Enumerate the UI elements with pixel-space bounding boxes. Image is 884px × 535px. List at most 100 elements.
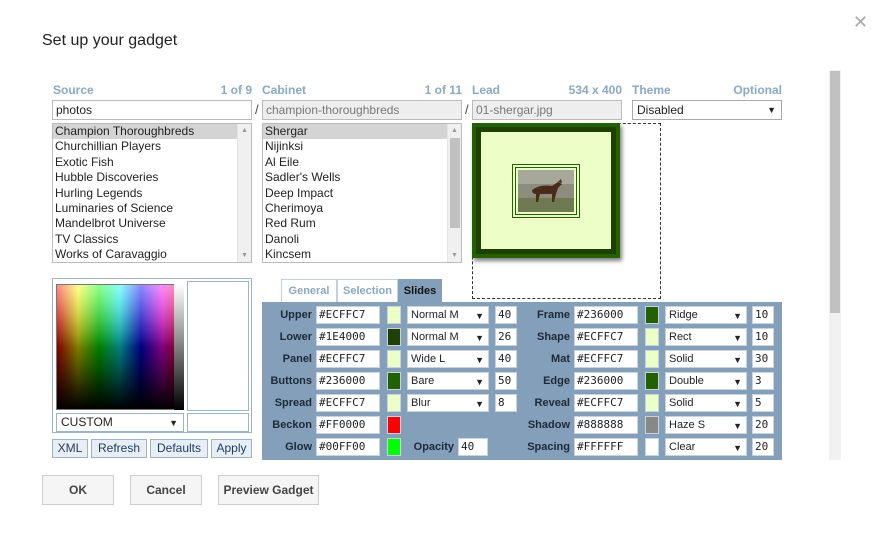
mode-select[interactable]: Rect ▼ (665, 328, 747, 346)
color-swatch[interactable] (387, 438, 401, 456)
source-list[interactable]: Champion Thoroughbreds Churchillian Play… (52, 123, 252, 263)
color-swatch[interactable] (645, 328, 659, 346)
picker-mode-select[interactable]: CUSTOM ▼ (56, 413, 184, 432)
color-code-input[interactable] (187, 413, 249, 432)
color-swatch[interactable] (387, 350, 401, 368)
cabinet-input[interactable]: champion-thoroughbreds (262, 100, 462, 120)
lead-input[interactable]: 01-shergar.jpg (472, 100, 622, 120)
list-item[interactable]: Mandelbrot Universe (53, 216, 251, 231)
color-swatch[interactable] (645, 372, 659, 390)
color-hex-input[interactable]: #1E4000 (316, 328, 380, 346)
color-swatch[interactable] (387, 306, 401, 324)
list-item[interactable]: Exotic Fish (53, 155, 251, 170)
list-item[interactable]: Churchillian Players (53, 139, 251, 154)
mode-select[interactable]: Double ▼ (665, 372, 747, 390)
source-input[interactable]: photos (52, 100, 252, 120)
preview-gadget-button[interactable]: Preview Gadget (218, 475, 319, 505)
number-input[interactable]: 20 (752, 438, 774, 456)
tab-general[interactable]: General (281, 279, 337, 302)
list-item[interactable]: Red Rum (263, 216, 461, 231)
color-swatch[interactable] (645, 416, 659, 434)
list-item[interactable]: Nijinksi (263, 139, 461, 154)
color-hex-input[interactable]: #FF0000 (316, 416, 380, 434)
color-hex-input[interactable]: #ECFFC7 (316, 350, 380, 368)
color-hex-input[interactable]: #ECFFC7 (574, 350, 638, 368)
list-item[interactable]: Works of Caravaggio (53, 247, 251, 262)
color-hex-input[interactable]: #236000 (574, 306, 638, 324)
list-item[interactable]: TV Classics (53, 232, 251, 247)
scroll-up-icon[interactable]: ▲ (241, 127, 248, 134)
scroll-thumb[interactable] (830, 71, 840, 313)
color-swatch[interactable] (387, 328, 401, 346)
refresh-button[interactable]: Refresh (91, 439, 147, 458)
mode-select[interactable]: Wide L ▼ (407, 350, 489, 368)
number-input[interactable]: 10 (752, 328, 774, 346)
number-input[interactable]: 3 (752, 372, 774, 390)
list-item[interactable]: Hubble Discoveries (53, 170, 251, 185)
list-scrollbar[interactable]: ▲ ▼ (237, 124, 251, 262)
xml-button[interactable]: XML (52, 439, 88, 458)
list-item[interactable]: Deep Impact (263, 186, 461, 201)
color-swatch[interactable] (645, 306, 659, 324)
mode-select[interactable]: Blur ▼ (407, 394, 489, 412)
list-item[interactable]: Hurling Legends (53, 186, 251, 201)
cabinet-list[interactable]: Shergar Nijinksi Al Eile Sadler's Wells … (262, 123, 462, 263)
mode-select[interactable]: Clear ▼ (665, 438, 747, 456)
color-hex-input[interactable]: #00FF00 (316, 438, 380, 456)
brightness-slider[interactable] (174, 284, 184, 410)
color-swatch[interactable] (645, 394, 659, 412)
mode-select[interactable]: Ridge ▼ (665, 306, 747, 324)
color-spectrum[interactable] (56, 284, 184, 410)
color-hex-input[interactable]: #ECFFC7 (316, 394, 380, 412)
list-item[interactable]: Danoli (263, 232, 461, 247)
number-input[interactable]: 10 (752, 306, 774, 324)
color-hex-input[interactable]: #236000 (574, 372, 638, 390)
mode-select[interactable]: Normal M ▼ (407, 306, 489, 324)
list-item[interactable]: Sadler's Wells (263, 170, 461, 185)
defaults-button[interactable]: Defaults (150, 439, 208, 458)
theme-select[interactable]: Disabled ▼ (632, 100, 782, 120)
scroll-down-icon[interactable]: ▼ (451, 252, 458, 259)
mode-select[interactable]: Bare ▼ (407, 372, 489, 390)
setting-label: Edge (543, 375, 570, 387)
scroll-thumb[interactable] (450, 138, 460, 228)
number-input[interactable]: 20 (752, 416, 774, 434)
scroll-down-icon[interactable]: ▼ (241, 252, 248, 259)
tab-slides[interactable]: Slides (398, 279, 442, 302)
color-swatch[interactable] (645, 438, 659, 456)
color-hex-input[interactable]: #ECFFC7 (574, 394, 638, 412)
number-input[interactable]: 5 (752, 394, 774, 412)
color-hex-input[interactable]: #236000 (316, 372, 380, 390)
list-item[interactable]: Al Eile (263, 155, 461, 170)
color-swatch[interactable] (387, 394, 401, 412)
color-hex-input[interactable]: #888888 (574, 416, 638, 434)
list-item[interactable]: Champion Thoroughbreds (53, 124, 251, 140)
mode-select[interactable]: Solid ▼ (665, 394, 747, 412)
tab-selection[interactable]: Selection (337, 279, 398, 302)
opacity-input[interactable]: 40 (458, 438, 488, 456)
scroll-up-icon[interactable]: ▲ (451, 127, 458, 134)
setting-label: Mat (551, 353, 570, 365)
mode-select[interactable]: Solid ▼ (665, 350, 747, 368)
list-item[interactable]: Shergar (263, 124, 461, 140)
page-scrollbar[interactable] (829, 70, 841, 460)
close-icon[interactable]: ✕ (853, 12, 868, 33)
list-item[interactable]: Luminaries of Science (53, 201, 251, 216)
color-swatch[interactable] (645, 350, 659, 368)
color-swatch[interactable] (387, 416, 401, 434)
color-hex-input[interactable]: #FFFFFF (574, 438, 638, 456)
chevron-down-icon: ▼ (767, 105, 776, 115)
ok-button[interactable]: OK (42, 475, 114, 505)
list-item[interactable]: Cherimoya (263, 201, 461, 216)
cancel-button[interactable]: Cancel (130, 475, 202, 505)
mode-select[interactable]: Normal M ▼ (407, 328, 489, 346)
list-scrollbar[interactable]: ▲ ▼ (447, 124, 461, 262)
setting-label: Panel (282, 353, 312, 365)
color-hex-input[interactable]: #ECFFC7 (316, 306, 380, 324)
list-item[interactable]: Kincsem (263, 247, 461, 262)
apply-button[interactable]: Apply (211, 439, 252, 458)
color-hex-input[interactable]: #ECFFC7 (574, 328, 638, 346)
color-swatch[interactable] (387, 372, 401, 390)
number-input[interactable]: 30 (752, 350, 774, 368)
mode-select[interactable]: Haze S ▼ (665, 416, 747, 434)
